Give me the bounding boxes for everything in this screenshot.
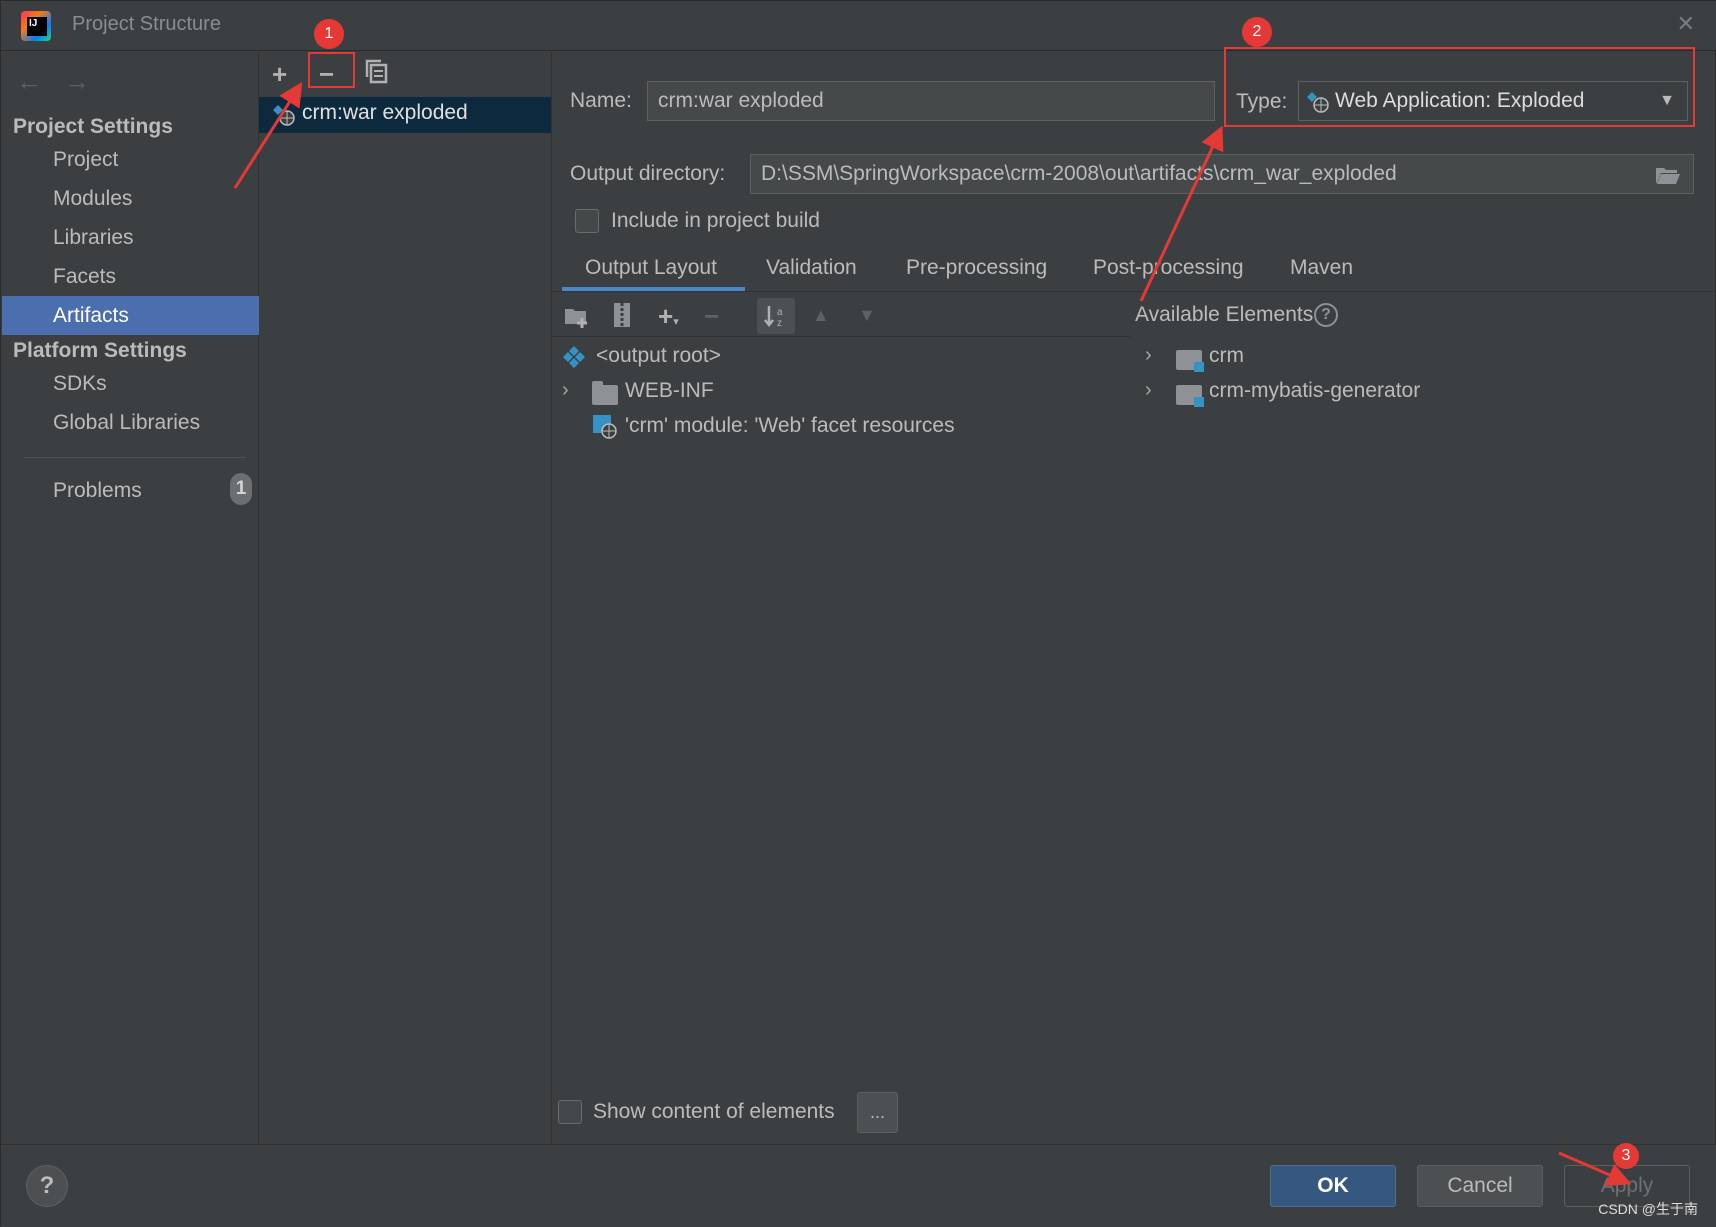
artifact-list-item[interactable]: crm:war exploded	[259, 97, 551, 133]
artifact-root-icon	[563, 346, 585, 368]
intellij-logo-icon	[21, 11, 51, 41]
back-arrow-icon[interactable]: ←	[16, 66, 42, 97]
browse-folder-icon[interactable]	[1655, 165, 1681, 185]
tab-validation[interactable]: Validation	[766, 256, 857, 280]
expand-chevron-icon[interactable]: ›	[1145, 344, 1152, 367]
tree-item-web-inf[interactable]: WEB-INF	[625, 379, 714, 403]
output-directory-label: Output directory:	[570, 162, 726, 185]
tab-separator	[552, 291, 1716, 292]
settings-sidebar: ← → Project Settings Project Modules Lib…	[2, 52, 259, 1144]
move-down-icon: ▼	[858, 305, 876, 325]
section-platform-settings: Platform Settings	[13, 339, 187, 362]
name-field[interactable]: crm:war exploded	[647, 81, 1215, 121]
expand-chevron-icon[interactable]: ›	[1145, 379, 1152, 402]
show-content-options-button[interactable]: ...	[857, 1092, 898, 1133]
show-content-checkbox[interactable]	[558, 1100, 582, 1124]
copy-icon[interactable]	[365, 59, 388, 84]
forward-arrow-icon[interactable]: →	[64, 66, 90, 97]
web-facet-icon	[593, 415, 617, 439]
ok-button[interactable]: OK	[1270, 1165, 1396, 1207]
close-icon[interactable]: ✕	[1677, 11, 1695, 37]
sort-toggle-button[interactable]: az	[757, 298, 795, 334]
sidebar-item-sdks[interactable]: SDKs	[2, 364, 259, 403]
annotation-marker-3: 3	[1613, 1143, 1639, 1169]
watermark: CSDN @生于南	[1598, 1201, 1698, 1217]
move-up-icon: ▲	[812, 305, 830, 325]
sidebar-item-artifacts[interactable]: Artifacts	[2, 296, 259, 335]
output-directory-field[interactable]: D:\SSM\SpringWorkspace\crm-2008\out\arti…	[750, 154, 1694, 194]
new-directory-icon[interactable]	[564, 304, 592, 328]
sidebar-item-modules[interactable]: Modules	[2, 179, 259, 218]
cancel-button[interactable]: Cancel	[1417, 1165, 1543, 1207]
window-title: Project Structure	[72, 13, 221, 35]
section-project-settings: Project Settings	[13, 115, 173, 138]
add-icon[interactable]: +	[272, 60, 287, 88]
artifacts-list-panel: + − crm:war exploded	[259, 52, 552, 1144]
project-structure-dialog: Project Structure ✕ ← → Project Settings…	[0, 0, 1716, 1227]
svg-text:z: z	[777, 318, 782, 328]
sidebar-item-problems[interactable]: Problems	[2, 471, 259, 510]
expand-chevron-icon[interactable]: ›	[562, 379, 569, 402]
annotation-box-remove	[308, 52, 355, 88]
sidebar-item-global-libraries[interactable]: Global Libraries	[2, 403, 259, 442]
module-folder-icon	[1176, 350, 1204, 372]
dialog-button-bar: ? OK Cancel Apply	[1, 1144, 1716, 1227]
sidebar-item-project[interactable]: Project	[2, 140, 259, 179]
tab-post-processing[interactable]: Post-processing	[1093, 256, 1244, 280]
available-item-crm[interactable]: crm	[1209, 344, 1244, 368]
artifact-detail-panel: Name: crm:war exploded Type: Web Applica…	[552, 52, 1716, 1144]
tree-item-facet-resources[interactable]: 'crm' module: 'Web' facet resources	[625, 414, 955, 438]
show-content-label: Show content of elements	[593, 1100, 835, 1123]
annotation-marker-1: 1	[314, 19, 344, 49]
archive-icon[interactable]	[611, 301, 633, 329]
help-circle-icon[interactable]: ?	[1314, 303, 1338, 327]
name-label: Name:	[570, 89, 632, 112]
folder-icon	[592, 381, 618, 405]
artifact-name: crm:war exploded	[302, 101, 468, 124]
available-elements-label: Available Elements	[1135, 303, 1314, 326]
module-folder-icon	[1176, 385, 1204, 407]
tab-maven[interactable]: Maven	[1290, 256, 1353, 280]
svg-text:a: a	[777, 307, 783, 318]
sidebar-item-facets[interactable]: Facets	[2, 257, 259, 296]
problems-count-badge: 1	[230, 473, 252, 505]
title-bar: Project Structure ✕	[1, 1, 1716, 51]
web-artifact-icon	[273, 105, 295, 126]
include-in-build-label: Include in project build	[611, 209, 820, 232]
annotation-box-type	[1224, 47, 1695, 127]
remove-element-icon: −	[704, 301, 720, 331]
tree-item-output-root[interactable]: <output root>	[596, 344, 721, 368]
sidebar-item-libraries[interactable]: Libraries	[2, 218, 259, 257]
include-in-build-checkbox[interactable]	[575, 209, 599, 233]
sidebar-divider	[24, 457, 246, 458]
add-element-icon[interactable]: +▾	[658, 302, 679, 336]
sort-alphabetically-icon: az	[764, 306, 783, 328]
help-button[interactable]: ?	[26, 1165, 68, 1207]
toolbar-separator	[552, 336, 1130, 337]
annotation-marker-2: 2	[1242, 17, 1272, 47]
tab-output-layout[interactable]: Output Layout	[585, 256, 717, 280]
available-item-crm-mybatis-generator[interactable]: crm-mybatis-generator	[1209, 379, 1420, 403]
tab-pre-processing[interactable]: Pre-processing	[906, 256, 1047, 280]
